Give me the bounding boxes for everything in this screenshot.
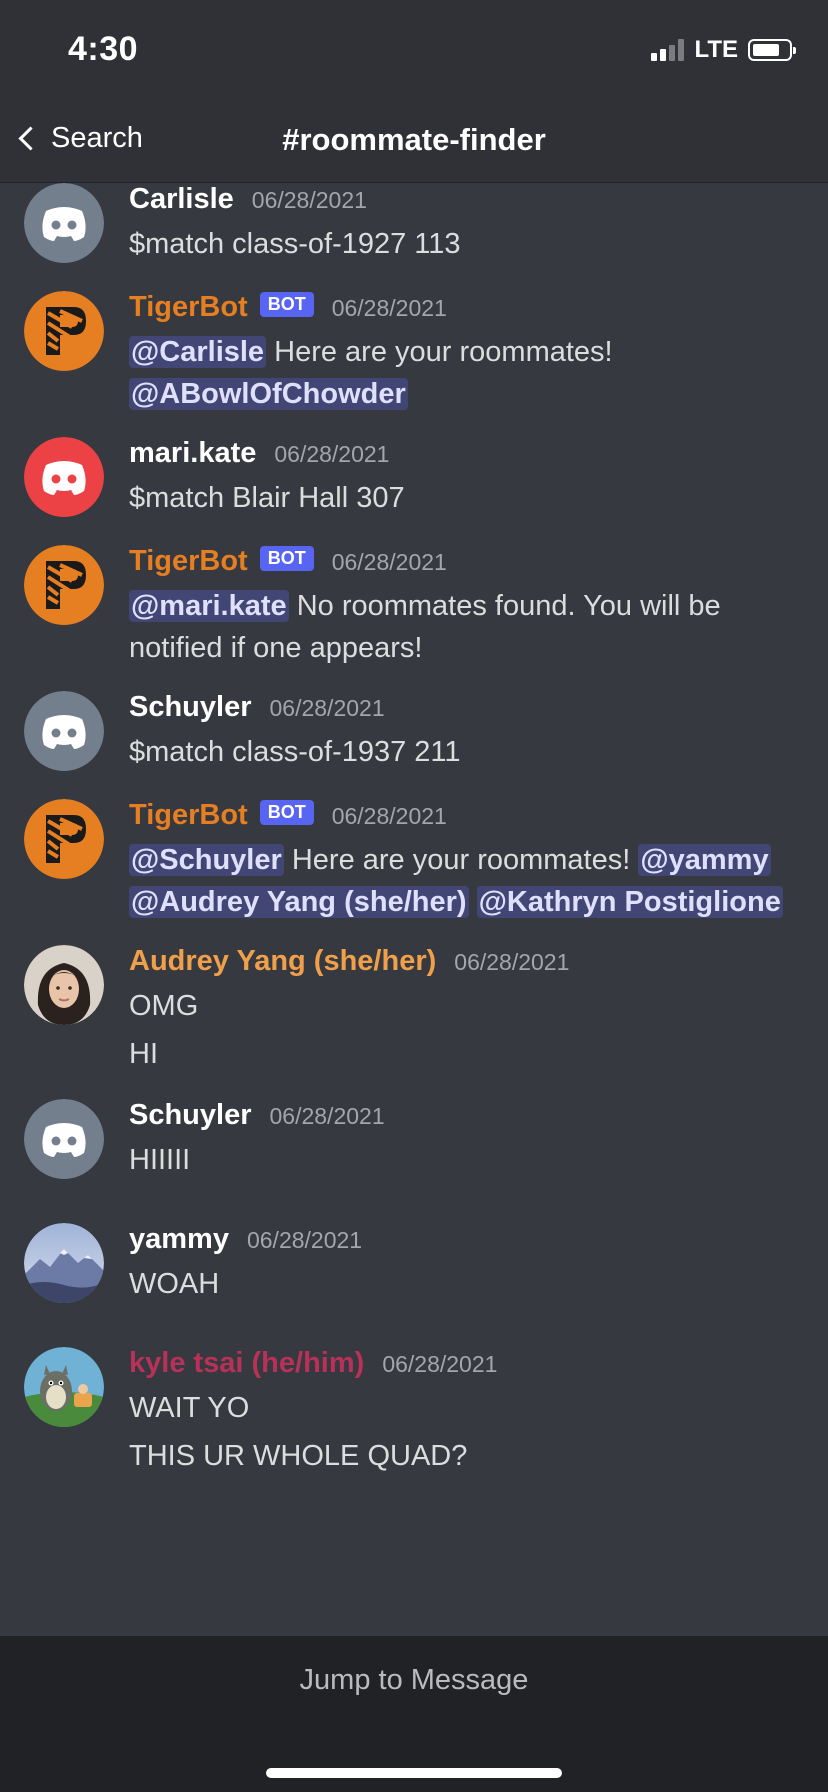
mention[interactable]: @Schuyler — [129, 844, 284, 876]
username[interactable]: mari.kate — [129, 437, 256, 470]
message-header: kyle tsai (he/him) 06/28/2021 — [129, 1347, 808, 1387]
timestamp: 06/28/2021 — [274, 441, 390, 467]
message-header: Schuyler 06/28/2021 — [129, 691, 808, 731]
tiger-shield-icon — [24, 545, 104, 625]
message-header: mari.kate 06/28/2021 — [129, 437, 808, 477]
message-body: Audrey Yang (she/her) 06/28/2021 OMG HI — [129, 945, 808, 1075]
message-text: WOAH — [129, 1268, 220, 1300]
username[interactable]: yammy — [129, 1223, 229, 1256]
timestamp: 06/28/2021 — [251, 187, 367, 213]
message-text: @mari.kate No roommates found. You will … — [129, 585, 808, 669]
avatar[interactable] — [24, 799, 104, 879]
home-indicator[interactable] — [266, 1768, 562, 1778]
message-header: TigerBot BOT 06/28/2021 — [129, 291, 808, 331]
message-header: Schuyler 06/28/2021 — [129, 1099, 808, 1139]
timestamp: 06/28/2021 — [331, 549, 447, 575]
signal-icon — [651, 39, 685, 61]
message-text-part: Here are your roommates! — [266, 336, 613, 368]
avatar[interactable] — [24, 291, 104, 371]
message-list[interactable]: Carlisle 06/28/2021 $match class-of-1927… — [0, 183, 828, 1636]
tiger-shield-icon — [24, 799, 104, 879]
message-text: THIS UR WHOLE QUAD? — [129, 1440, 468, 1472]
message-text: @Schuyler Here are your roommates! @yamm… — [129, 839, 808, 923]
message-text: @Carlisle Here are your roommates! @ABowl… — [129, 331, 808, 415]
tiger-shield-icon — [24, 291, 104, 371]
avatar[interactable] — [24, 1223, 104, 1303]
avatar[interactable] — [24, 945, 104, 1025]
avatar[interactable] — [24, 545, 104, 625]
battery-level — [753, 44, 779, 56]
message-body: TigerBot BOT 06/28/2021 @mari.kate No ro… — [129, 545, 808, 669]
timestamp: 06/28/2021 — [331, 295, 447, 321]
mention[interactable]: @Audrey Yang (she/her) — [129, 886, 469, 918]
username[interactable]: Schuyler — [129, 691, 252, 724]
username[interactable]: kyle tsai (he/him) — [129, 1347, 364, 1380]
network-label: LTE — [694, 36, 738, 63]
username[interactable]: TigerBot — [129, 799, 248, 832]
status-indicators: LTE — [651, 36, 796, 64]
timestamp: 06/28/2021 — [269, 1103, 385, 1129]
username[interactable]: TigerBot — [129, 545, 248, 578]
timestamp: 06/28/2021 — [269, 695, 385, 721]
status-bar: 4:30 LTE — [0, 0, 828, 100]
message-text: $match class-of-1937 211 — [129, 736, 461, 768]
bot-badge: BOT — [259, 292, 314, 317]
message-text: OMG — [129, 990, 199, 1022]
message-header: Carlisle 06/28/2021 — [129, 183, 808, 223]
message-body: TigerBot BOT 06/28/2021 @Schuyler Here a… — [129, 799, 808, 923]
avatar[interactable] — [24, 183, 104, 263]
timestamp: 06/28/2021 — [382, 1351, 498, 1377]
message-body: kyle tsai (he/him) 06/28/2021 WAIT YO TH… — [129, 1347, 808, 1477]
message-body: mari.kate 06/28/2021 $match Blair Hall 3… — [129, 437, 808, 519]
avatar[interactable] — [24, 691, 104, 771]
message-body: Schuyler 06/28/2021 $match class-of-1937… — [129, 691, 808, 773]
message-body: Carlisle 06/28/2021 $match class-of-1927… — [129, 183, 808, 265]
avatar[interactable] — [24, 1347, 104, 1427]
mention[interactable]: @yammy — [638, 844, 771, 876]
discord-logo-icon — [24, 437, 104, 517]
timestamp: 06/28/2021 — [454, 949, 570, 975]
message-text: $match class-of-1927 113 — [129, 228, 461, 260]
mention[interactable]: @mari.kate — [129, 590, 289, 622]
discord-logo-icon — [24, 183, 104, 263]
message-text: $match Blair Hall 307 — [129, 482, 405, 514]
jump-bar: Jump to Message — [0, 1636, 828, 1792]
nav-bar: Search #roommate-finder — [0, 100, 828, 183]
discord-logo-icon — [24, 1099, 104, 1179]
username[interactable]: Carlisle — [129, 183, 234, 216]
avatar[interactable] — [24, 437, 104, 517]
message-text-part: Here are your roommates! — [283, 844, 639, 876]
message-text: HIIIII — [129, 1144, 191, 1176]
channel-title: #roommate-finder — [282, 122, 546, 157]
discord-logo-icon — [24, 691, 104, 771]
avatar[interactable] — [24, 1099, 104, 1179]
message-header: TigerBot BOT 06/28/2021 — [129, 545, 808, 585]
message-text: HI — [129, 1038, 158, 1070]
message-header: TigerBot BOT 06/28/2021 — [129, 799, 808, 839]
bot-badge: BOT — [259, 546, 314, 571]
status-time: 4:30 — [68, 30, 139, 68]
message-body: yammy 06/28/2021 WOAH — [129, 1223, 808, 1305]
message-body: TigerBot BOT 06/28/2021 @Carlisle Here a… — [129, 291, 808, 415]
bot-badge: BOT — [259, 800, 314, 825]
timestamp: 06/28/2021 — [246, 1227, 363, 1253]
jump-to-message-button[interactable]: Jump to Message — [0, 1664, 828, 1697]
message-header: Audrey Yang (she/her) 06/28/2021 — [129, 945, 808, 985]
battery-icon — [748, 39, 796, 61]
mention[interactable]: @Carlisle — [129, 336, 267, 368]
totoro-illustration-icon — [24, 1347, 104, 1427]
mention[interactable]: @ABowlOfChowder — [129, 378, 408, 410]
mention[interactable]: @Kathryn Postiglione — [476, 886, 783, 918]
timestamp: 06/28/2021 — [331, 803, 447, 829]
message-body: Schuyler 06/28/2021 HIIIII — [129, 1099, 808, 1181]
username[interactable]: Audrey Yang (she/her) — [129, 945, 436, 978]
mountain-photo-icon — [24, 1223, 104, 1303]
user-photo-icon — [24, 945, 104, 1025]
username[interactable]: Schuyler — [129, 1099, 252, 1132]
message-text: WAIT YO — [129, 1392, 250, 1424]
username[interactable]: TigerBot — [129, 291, 248, 324]
message-header: yammy 06/28/2021 — [129, 1223, 808, 1263]
